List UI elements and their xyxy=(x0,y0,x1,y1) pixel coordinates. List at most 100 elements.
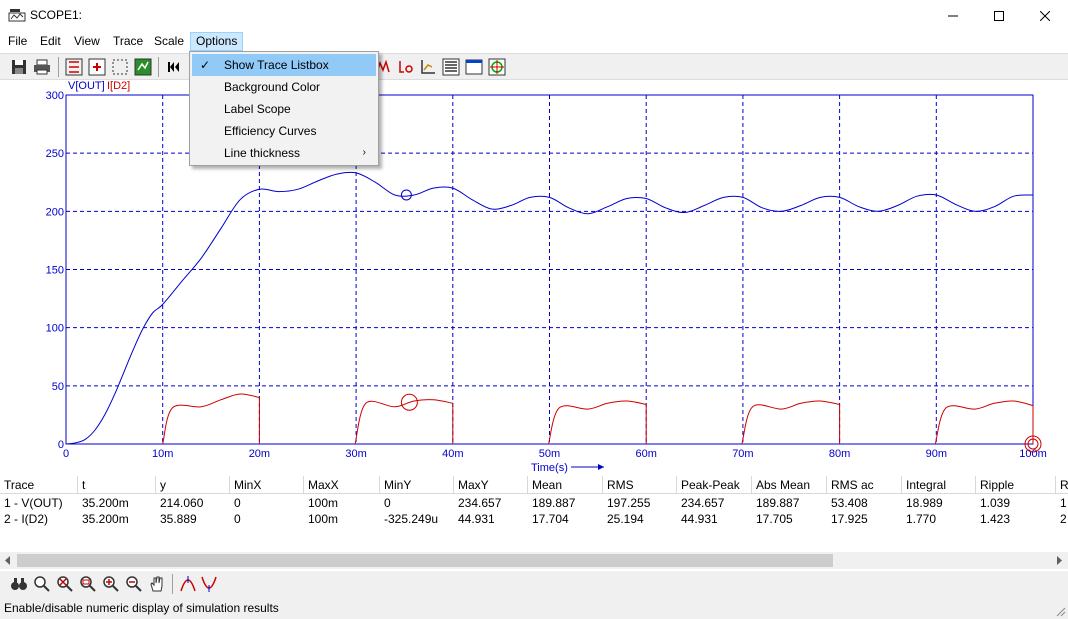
y-tick-label: 300 xyxy=(46,90,64,102)
pan-hand-icon[interactable] xyxy=(148,575,166,593)
table-cell: 197.255 xyxy=(607,496,651,510)
listbox-icon[interactable] xyxy=(442,58,460,76)
maximize-button[interactable] xyxy=(976,0,1022,31)
table-cell: 1 xyxy=(1060,496,1067,510)
table-cell: 100m xyxy=(308,496,339,510)
x-tick-label: 90m xyxy=(926,448,947,460)
cursor-marker-v-out xyxy=(400,189,412,201)
menu-item-efficiency-curves[interactable]: Efficiency Curves xyxy=(192,120,376,142)
column-header[interactable]: RMS ac xyxy=(827,476,902,494)
lo-icon[interactable] xyxy=(397,58,415,76)
column-header[interactable]: MinX xyxy=(230,476,304,494)
zoom-out-icon[interactable] xyxy=(125,575,143,593)
close-button[interactable] xyxy=(1022,0,1068,31)
table-cell: 0 xyxy=(234,512,241,526)
minimize-icon xyxy=(948,15,958,16)
checkmark-icon: ✓ xyxy=(200,58,211,72)
series-line-i-d2 xyxy=(354,399,453,445)
window-icon[interactable] xyxy=(465,58,483,76)
table-cell: 18.989 xyxy=(906,496,943,510)
peak-down-icon[interactable] xyxy=(200,575,218,593)
column-header[interactable]: t xyxy=(78,476,156,494)
y-tick-label: 50 xyxy=(52,381,64,393)
print-icon[interactable] xyxy=(33,58,51,76)
menu-trace[interactable]: Trace xyxy=(108,32,148,51)
column-header[interactable]: Ri xyxy=(1056,476,1068,494)
table-row[interactable]: 1 - V(OUT) 35.200m 214.060 0 100m 0 234.657 189… xyxy=(0,495,1068,511)
menu-item-background-color[interactable]: Background Color xyxy=(192,76,376,98)
column-header[interactable]: Integral xyxy=(902,476,976,494)
scroll-right-icon[interactable] xyxy=(1055,556,1063,565)
minimize-button[interactable] xyxy=(930,0,976,31)
menu-edit[interactable]: Edit xyxy=(35,32,66,51)
plot-area[interactable]: 0 10m 20m 30m 40m 50m 60m 70m 80m 90m 100m 300 250 20… xyxy=(0,80,1068,475)
menu-item-label: Label Scope xyxy=(224,102,291,116)
menu-item-line-thickness[interactable]: Line thickness › xyxy=(192,142,376,164)
y-tick-label: 0 xyxy=(58,439,64,451)
options-dropdown-menu: ✓ Show Trace Listbox Background Color La… xyxy=(189,51,379,166)
column-header[interactable]: MinY xyxy=(380,476,454,494)
scrollbar-thumb[interactable] xyxy=(17,554,833,567)
bottom-toolbar xyxy=(0,571,1068,598)
crosshair-icon[interactable] xyxy=(488,58,506,76)
results-table[interactable]: Trace t y MinX MaxX MinY MaxY Mean RMS Peak-Peak A… xyxy=(0,476,1068,554)
table-cell: 0 xyxy=(384,496,391,510)
zoom-box-icon[interactable] xyxy=(88,58,106,76)
column-header[interactable]: RMS xyxy=(603,476,677,494)
legend-i-d2[interactable]: I[D2] xyxy=(107,80,130,92)
menu-item-label-scope[interactable]: Label Scope xyxy=(192,98,376,120)
select-region-icon[interactable] xyxy=(111,58,129,76)
table-row[interactable]: 2 - I(D2) 35.200m 35.889 0 100m -325.249u 44.9… xyxy=(0,511,1068,527)
x-tick-label: 70m xyxy=(732,448,753,460)
toolbar-separator xyxy=(158,57,159,77)
toolbar-separator xyxy=(58,57,59,77)
menu-item-label: Show Trace Listbox xyxy=(224,58,329,72)
menu-item-label: Background Color xyxy=(224,80,321,94)
x-tick-label: 50m xyxy=(539,448,560,460)
menu-file[interactable]: File xyxy=(3,32,32,51)
table-cell: 35.200m xyxy=(82,512,129,526)
horizontal-scrollbar[interactable] xyxy=(0,552,1068,569)
table-cell: 2 - I(D2) xyxy=(4,512,49,526)
column-header[interactable]: y xyxy=(156,476,230,494)
y-tick-label: 100 xyxy=(46,323,64,335)
skip-back-icon[interactable] xyxy=(165,58,183,76)
x-tick-label: 20m xyxy=(249,448,270,460)
legend-v-out[interactable]: V[OUT] xyxy=(68,80,105,92)
zoom-in-icon[interactable] xyxy=(102,575,120,593)
column-header[interactable]: Abs Mean xyxy=(752,476,827,494)
column-header[interactable]: Mean xyxy=(528,476,603,494)
zoom-box-icon[interactable] xyxy=(79,575,97,593)
column-header[interactable]: MaxY xyxy=(454,476,528,494)
axis-icon[interactable] xyxy=(419,58,437,76)
fit-view-icon[interactable] xyxy=(134,58,152,76)
column-header[interactable]: Ripple xyxy=(976,476,1056,494)
column-header[interactable]: Trace xyxy=(0,476,78,494)
waveform-chart[interactable]: 0 10m 20m 30m 40m 50m 60m 70m 80m 90m 100m 300 250 20… xyxy=(0,80,1068,475)
peak-up-icon[interactable] xyxy=(179,575,197,593)
table-cell: 44.931 xyxy=(681,512,718,526)
table-cell: 100m xyxy=(308,512,339,526)
y-tick-label: 200 xyxy=(46,206,64,218)
menu-options[interactable]: Options xyxy=(190,32,244,51)
table-cell: 1 - V(OUT) xyxy=(4,496,63,510)
save-icon[interactable] xyxy=(10,58,28,76)
zoom-full-icon[interactable] xyxy=(65,58,83,76)
table-cell: 214.060 xyxy=(160,496,204,510)
column-header[interactable]: Peak-Peak xyxy=(677,476,752,494)
resize-grip-icon[interactable] xyxy=(1054,605,1066,617)
table-cell: 53.408 xyxy=(831,496,868,510)
zoom-x-icon[interactable] xyxy=(56,575,74,593)
menu-item-show-trace-listbox[interactable]: ✓ Show Trace Listbox xyxy=(192,54,376,76)
menu-scale[interactable]: Scale xyxy=(149,32,189,51)
table-cell: 44.931 xyxy=(458,512,495,526)
table-header-row: Trace t y MinX MaxX MinY MaxY Mean RMS Peak-Peak A… xyxy=(0,476,1068,494)
binoculars-icon[interactable] xyxy=(10,575,28,593)
zoom-icon[interactable] xyxy=(33,575,51,593)
scroll-left-icon[interactable] xyxy=(4,556,12,565)
menu-bar: File Edit View Trace Scale Options xyxy=(0,31,1068,51)
menu-view[interactable]: View xyxy=(69,32,105,51)
column-header[interactable]: MaxX xyxy=(304,476,380,494)
table-cell: 234.657 xyxy=(681,496,725,510)
x-tick-label: 40m xyxy=(442,448,463,460)
